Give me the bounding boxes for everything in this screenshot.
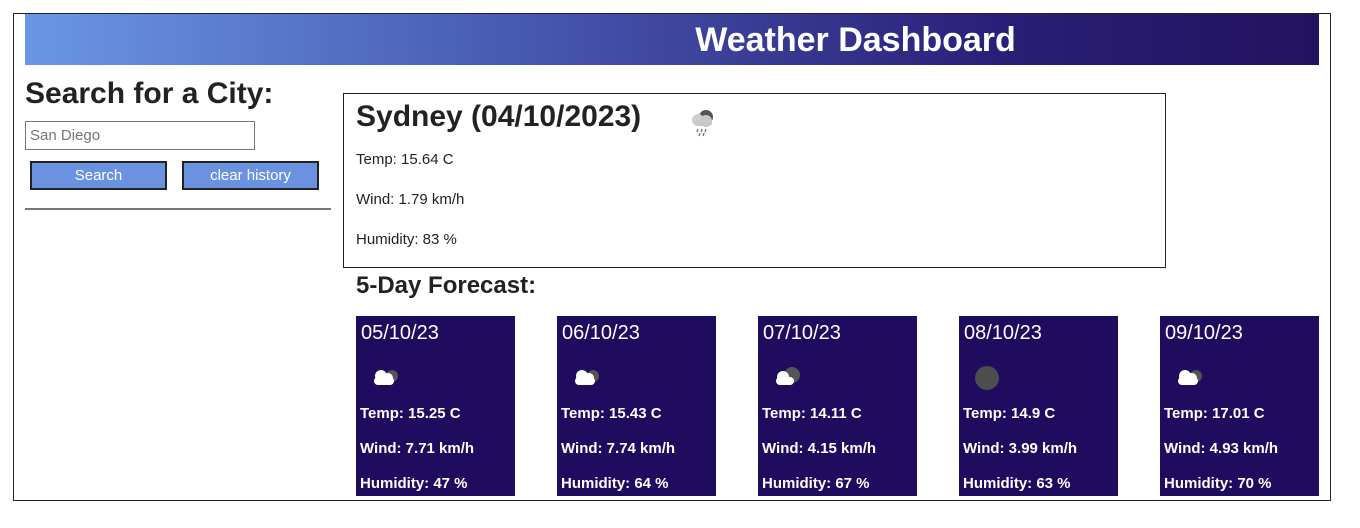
forecast-humidity: Humidity: 63 % bbox=[963, 475, 1071, 492]
cloudy-icon bbox=[1178, 370, 1202, 385]
current-temp: Temp: 15.64 C bbox=[356, 151, 454, 168]
forecast-wind: Wind: 4.93 km/h bbox=[1164, 440, 1279, 457]
forecast-heading: 5-Day Forecast: bbox=[356, 272, 537, 299]
forecast-humidity: Humidity: 64 % bbox=[561, 475, 669, 492]
forecast-wind: Wind: 4.15 km/h bbox=[762, 440, 877, 457]
forecast-date: 06/10/23 bbox=[562, 322, 640, 344]
city-search-input[interactable] bbox=[25, 121, 255, 150]
history-divider bbox=[25, 208, 331, 210]
forecast-date: 09/10/23 bbox=[1165, 322, 1243, 344]
forecast-date: 08/10/23 bbox=[964, 322, 1042, 344]
rain-cloud-icon bbox=[692, 110, 713, 137]
header-banner: Weather Dashboard bbox=[25, 14, 1319, 65]
cloudy-icon bbox=[374, 370, 398, 385]
current-city-title: Sydney (04/10/2023) bbox=[356, 100, 642, 133]
forecast-date: 05/10/23 bbox=[361, 322, 439, 344]
forecast-card: 07/10/23 Temp: 14.11 C Wind: 4.15 km/h H… bbox=[758, 316, 917, 496]
current-humidity: Humidity: 83 % bbox=[356, 231, 457, 248]
forecast-temp: Temp: 15.43 C bbox=[561, 405, 662, 422]
forecast-wind: Wind: 3.99 km/h bbox=[963, 440, 1078, 457]
forecast-card: 08/10/23 Temp: 14.9 C Wind: 3.99 km/h Hu… bbox=[959, 316, 1118, 496]
forecast-card: 06/10/23 Temp: 15.43 C Wind: 7.74 km/h H… bbox=[557, 316, 716, 496]
forecast-temp: Temp: 14.9 C bbox=[963, 405, 1056, 422]
search-button[interactable]: Search bbox=[30, 161, 167, 190]
partly-cloudy-icon bbox=[776, 367, 800, 385]
page-title: Weather Dashboard bbox=[695, 21, 1016, 59]
forecast-humidity: Humidity: 70 % bbox=[1164, 475, 1272, 492]
current-weather-panel: Sydney (04/10/2023) Temp: 15.64 C Wind: … bbox=[343, 93, 1166, 268]
search-heading: Search for a City: bbox=[25, 77, 274, 110]
forecast-card: 09/10/23 Temp: 17.01 C Wind: 4.93 km/h H… bbox=[1160, 316, 1319, 496]
forecast-humidity: Humidity: 67 % bbox=[762, 475, 870, 492]
current-wind: Wind: 1.79 km/h bbox=[356, 191, 465, 208]
forecast-wind: Wind: 7.74 km/h bbox=[561, 440, 676, 457]
overcast-icon bbox=[975, 366, 999, 390]
cloudy-icon bbox=[575, 370, 599, 385]
forecast-card: 05/10/23 Temp: 15.25 C Wind: 7.71 km/h H… bbox=[356, 316, 515, 496]
forecast-temp: Temp: 15.25 C bbox=[360, 405, 461, 422]
forecast-humidity: Humidity: 47 % bbox=[360, 475, 468, 492]
forecast-date: 07/10/23 bbox=[763, 322, 841, 344]
forecast-temp: Temp: 14.11 C bbox=[762, 405, 862, 422]
forecast-temp: Temp: 17.01 C bbox=[1164, 405, 1265, 422]
forecast-wind: Wind: 7.71 km/h bbox=[360, 440, 475, 457]
clear-history-button[interactable]: clear history bbox=[182, 161, 319, 190]
